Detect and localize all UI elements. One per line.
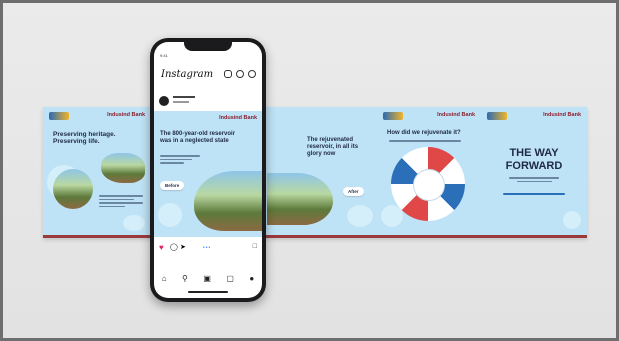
carousel-card-5: Indusind Bank THE WAY FORWARD xyxy=(481,107,587,235)
decorative-blob xyxy=(158,203,182,227)
bottom-nav: ⌂ ⚲ ▣ ▢ ● xyxy=(154,272,262,284)
card-headline: How did we rejuvenate it? xyxy=(387,130,461,136)
body-text xyxy=(389,140,469,144)
process-wheel xyxy=(391,147,465,221)
brand-logo xyxy=(383,112,403,120)
process-hub xyxy=(413,169,445,201)
before-label: Before xyxy=(160,181,185,190)
reservoir-photo xyxy=(53,169,93,209)
brand-logo xyxy=(49,112,69,120)
card-headline: Preserving heritage. Preserving life. xyxy=(53,131,116,146)
home-icon[interactable]: ⌂ xyxy=(162,274,167,283)
status-time: 9:41 xyxy=(160,53,168,58)
body-text xyxy=(160,155,200,166)
body-text xyxy=(99,195,143,209)
card-header: Indusind Bank xyxy=(49,112,145,122)
mockup-canvas: Indusind Bank Preserving heritage. Prese… xyxy=(0,0,619,341)
reservoir-photo xyxy=(194,171,262,231)
carousel-card-1: Indusind Bank Preserving heritage. Prese… xyxy=(43,107,151,235)
phone-screen: 9:41 Instagram Indusind Bank The 800-yea… xyxy=(154,42,262,298)
avatar[interactable] xyxy=(159,96,169,106)
status-bar: 9:41 xyxy=(160,53,256,59)
decorative-blob xyxy=(563,211,581,229)
carousel-card-3: The rejuvenated reservoir, in all its gl… xyxy=(267,107,377,235)
username[interactable] xyxy=(173,96,195,98)
phone-notch xyxy=(184,42,232,51)
search-icon[interactable]: ⚲ xyxy=(182,274,188,283)
brand-name: Indusind Bank xyxy=(543,112,581,118)
home-indicator xyxy=(188,291,228,293)
messenger-icon[interactable] xyxy=(248,70,256,78)
carousel-strip: Indusind Bank Preserving heritage. Prese… xyxy=(43,107,587,238)
post-actions: ♥ ◯ ➤ ••• □ xyxy=(159,243,257,253)
brand-name: Indusind Bank xyxy=(107,112,145,118)
location xyxy=(173,101,189,103)
body-text xyxy=(509,177,559,184)
decorative-blob xyxy=(123,215,145,231)
post-image-card-2[interactable]: Indusind Bank The 800-year-old reservoir… xyxy=(154,111,262,237)
brand-name: Indusind Bank xyxy=(219,115,257,121)
reels-icon[interactable]: ▣ xyxy=(203,274,211,283)
app-header-icons xyxy=(224,70,256,78)
carousel-card-4: Indusind Bank How did we rejuvenate it? xyxy=(377,107,481,235)
decorative-blob xyxy=(347,205,373,227)
comment-icon[interactable]: ◯ xyxy=(170,243,178,251)
heart-icon[interactable] xyxy=(236,70,244,78)
after-label: After xyxy=(343,187,364,196)
card-headline: The rejuvenated reservoir, in all its gl… xyxy=(307,137,359,157)
profile-icon[interactable]: ● xyxy=(249,274,254,283)
decorative-blob xyxy=(381,205,403,227)
reservoir-photo xyxy=(267,173,333,225)
like-icon[interactable]: ♥ xyxy=(159,243,164,252)
post-header xyxy=(159,94,257,108)
reservoir-photo xyxy=(101,153,145,183)
card-header: Indusind Bank xyxy=(487,112,581,122)
brand-name: Indusind Bank xyxy=(437,112,475,118)
brand-logo xyxy=(487,112,507,120)
carousel-indicator: ••• xyxy=(203,245,212,251)
app-logo[interactable]: Instagram xyxy=(161,69,213,80)
body-text xyxy=(503,193,565,197)
share-icon[interactable]: ➤ xyxy=(180,243,186,251)
bookmark-icon[interactable]: □ xyxy=(253,243,257,250)
card-header: Indusind Bank xyxy=(383,112,475,122)
card-headline: THE WAY FORWARD xyxy=(505,147,563,172)
card-headline: The 800-year-old reservoir was in a negl… xyxy=(160,131,236,144)
phone-mockup: 9:41 Instagram Indusind Bank The 800-yea… xyxy=(150,38,266,302)
add-icon[interactable] xyxy=(224,70,232,78)
shop-icon[interactable]: ▢ xyxy=(226,274,234,283)
